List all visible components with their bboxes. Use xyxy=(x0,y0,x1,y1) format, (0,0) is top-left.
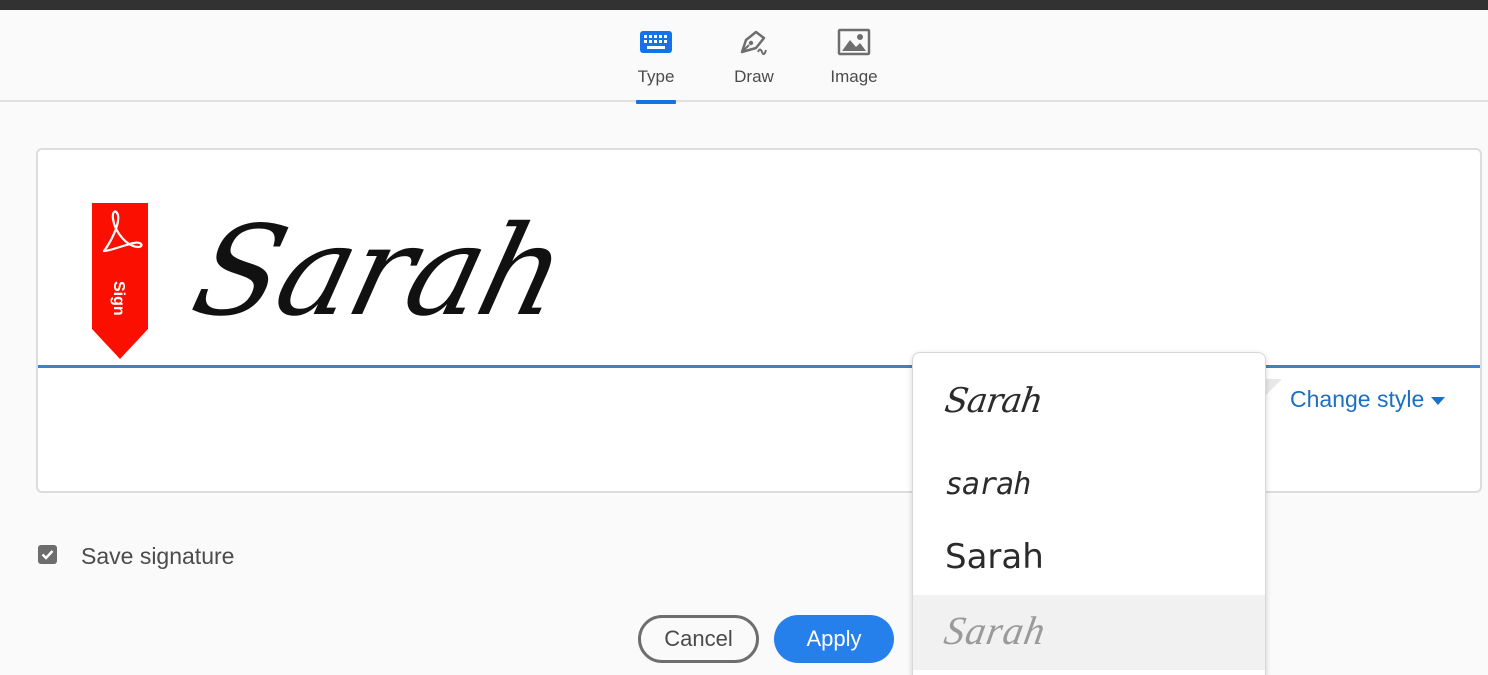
save-signature-checkbox[interactable] xyxy=(38,545,57,564)
keyboard-icon xyxy=(640,31,672,53)
signature-style-menu: Sarah sarah Sarah Sarah xyxy=(912,352,1266,675)
checkmark-icon xyxy=(41,550,54,560)
style-option-4[interactable]: Sarah xyxy=(913,595,1265,670)
tab-draw[interactable]: Draw xyxy=(728,10,780,102)
signature-preview: Sarah xyxy=(180,200,578,344)
tab-type-label: Type xyxy=(637,67,675,86)
adobe-sign-badge: Sign xyxy=(92,203,148,359)
active-tab-indicator xyxy=(636,100,676,104)
save-signature-label: Save signature xyxy=(81,543,235,569)
chevron-down-icon xyxy=(1431,396,1446,405)
change-style-label: Change style xyxy=(1290,386,1425,412)
tab-image-label: Image xyxy=(830,67,878,86)
change-style-dropdown[interactable]: Change style xyxy=(1290,386,1446,413)
style-option-3-text: Sarah xyxy=(945,537,1044,577)
style-option-1[interactable]: Sarah xyxy=(913,361,1265,435)
image-icon xyxy=(837,28,871,56)
apply-button[interactable]: Apply xyxy=(774,615,894,663)
style-option-2[interactable]: sarah xyxy=(913,443,1265,517)
tab-draw-label: Draw xyxy=(734,67,774,86)
window-top-bar xyxy=(0,0,1488,10)
style-option-2-text: sarah xyxy=(945,467,1031,502)
style-option-3[interactable]: Sarah xyxy=(913,519,1265,593)
tab-type[interactable]: Type xyxy=(636,10,676,104)
style-option-4-text: Sarah xyxy=(941,608,1050,653)
tab-image[interactable]: Image xyxy=(822,10,886,102)
pen-icon xyxy=(740,30,767,56)
signature-mode-tabs: Type Draw Image xyxy=(0,10,1488,104)
style-option-1-text: Sarah xyxy=(942,381,1045,421)
sign-badge-label: Sign xyxy=(110,281,127,316)
cancel-button[interactable]: Cancel xyxy=(638,615,759,663)
